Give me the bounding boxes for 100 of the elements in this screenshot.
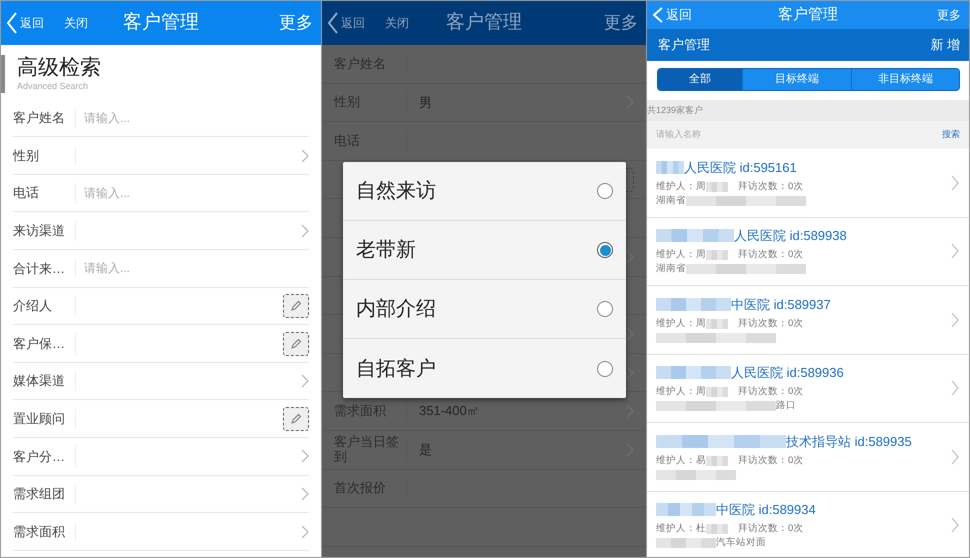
chevron-icon [626, 326, 634, 341]
dialog-option[interactable]: 自然来访 [343, 162, 626, 221]
chevron-icon [951, 312, 959, 328]
back-icon [328, 12, 338, 34]
back-button[interactable]: 返回 [328, 12, 365, 34]
address-text: 路口 [776, 399, 796, 414]
screen-title: 客户管理 [778, 6, 838, 23]
segment-tab[interactable]: 目标终端 [742, 69, 850, 90]
address-text: 湖南省 [656, 194, 686, 208]
close-button[interactable]: 关闭 [64, 14, 88, 32]
chevron-icon [301, 224, 309, 238]
maintainer-text: 维护人：杜 [656, 522, 706, 536]
search-field[interactable]: 请输入名称 [647, 121, 942, 149]
chevron-icon [301, 486, 309, 501]
customer-name: 中医院 id:589937 [731, 296, 831, 314]
back-icon [653, 7, 663, 23]
dialog-option[interactable]: 自拓客户 [343, 339, 626, 398]
segment-tab[interactable]: 全部 [658, 69, 742, 90]
maintainer-text: 维护人：易 [656, 454, 706, 468]
back-button[interactable]: 返回 [7, 12, 44, 34]
customer-name: 技术指导站 id:589935 [786, 432, 912, 450]
field-label: 客户保… [13, 334, 66, 353]
pick-button[interactable] [283, 294, 309, 318]
add-button[interactable]: 新 增 [930, 35, 960, 55]
chevron-icon [951, 448, 959, 465]
segment-tab[interactable]: 非目标终端 [850, 69, 959, 90]
maintainer-text: 维护人：周 [656, 180, 706, 194]
screen-title: 客户管理 [446, 12, 522, 33]
field-label: 需求面积 [13, 522, 66, 541]
field-label: 客户分… [13, 448, 66, 466]
customer-name: 人民医院 id:595161 [684, 158, 797, 176]
visit-count: 拜访次数：0次 [738, 180, 804, 194]
more-button[interactable]: 更多 [937, 6, 961, 24]
pencil-icon [290, 412, 302, 425]
chevron-icon [951, 517, 959, 534]
chevron-icon [301, 449, 309, 464]
input-field[interactable]: 请输入... [84, 184, 309, 202]
chevron-icon [626, 250, 634, 264]
visit-count: 拜访次数：0次 [738, 385, 804, 400]
field-label: 介绍人 [13, 297, 53, 316]
address-text: 湖南省 [656, 262, 686, 276]
pencil-icon [290, 300, 302, 312]
list-item[interactable]: 人民医院 id:589938 维护人：周 拜访次数：0次 湖南省 [647, 218, 969, 286]
field-label: 合计来… [13, 260, 66, 278]
list-item[interactable]: 中医院 id:589937 维护人：周 拜访次数：0次 [647, 286, 969, 354]
more-button[interactable]: 更多 [279, 10, 313, 36]
maintainer-text: 维护人：周 [656, 316, 706, 331]
customer-count: 共1239家客户 [647, 104, 704, 117]
chevron-icon [626, 366, 634, 380]
blurred-text [656, 538, 716, 548]
pick-button[interactable] [283, 332, 309, 356]
field-value: 351-400㎡ [419, 402, 480, 420]
maintainer-text: 维护人：周 [656, 248, 706, 262]
chevron-icon [951, 243, 959, 260]
chevron-icon [301, 524, 309, 539]
field-label: 媒体渠道 [13, 372, 66, 390]
address-text: 汽车站对面 [716, 536, 766, 550]
pick-button[interactable] [283, 406, 309, 431]
field-value: 男 [419, 94, 432, 112]
field-label: 来访渠道 [13, 222, 66, 240]
accent-bar [1, 55, 5, 93]
back-icon [7, 12, 17, 34]
list-item[interactable]: 技术指导站 id:589935 维护人：易 拜访次数：0次 [647, 423, 969, 492]
dialog-option[interactable]: 老带新 [343, 221, 626, 280]
chevron-icon [301, 374, 309, 388]
visit-count: 拜访次数：0次 [738, 454, 804, 468]
customer-name: 中医院 id:589934 [716, 501, 816, 519]
screen-title: 客户管理 [123, 12, 199, 33]
section-heading: 高级检索 [17, 55, 102, 80]
maintainer-text: 维护人：周 [656, 385, 706, 400]
radio-button[interactable] [597, 242, 613, 258]
visit-count: 拜访次数：0次 [738, 316, 804, 331]
section-subheading: Advanced Search [17, 80, 90, 94]
pencil-icon [290, 338, 302, 350]
field-label: 需求组团 [13, 485, 66, 504]
chevron-icon [301, 148, 309, 163]
more-button[interactable]: 更多 [604, 10, 638, 36]
field-value: 是 [419, 440, 432, 459]
list-item[interactable]: 人民医院 id:595161 维护人：周 拜访次数：0次 湖南省 [647, 149, 969, 218]
list-item[interactable]: 中医院 id:589934 维护人：杜 拜访次数：0次 汽车站对面 [647, 492, 969, 557]
input-field[interactable]: 请输入... [84, 259, 309, 278]
visit-count: 拜访次数：0次 [738, 248, 804, 262]
section-title: 客户管理 [658, 36, 710, 54]
dialog-option[interactable]: 内部介绍 [343, 280, 626, 339]
chevron-icon [951, 174, 959, 191]
radio-button[interactable] [597, 301, 613, 317]
visit-count: 拜访次数：0次 [738, 522, 804, 536]
input-field[interactable]: 请输入... [84, 108, 309, 127]
customer-name: 人民医院 id:589936 [731, 364, 844, 382]
field-label: 性别 [13, 146, 40, 165]
back-button[interactable]: 返回 [653, 5, 692, 25]
customer-name: 人民医院 id:589938 [734, 227, 847, 245]
close-button[interactable]: 关闭 [385, 14, 409, 32]
radio-button[interactable] [597, 360, 613, 376]
field-label: 置业顾问 [13, 410, 66, 428]
field-label: 电话 [13, 184, 40, 202]
list-item[interactable]: 人民医院 id:589936 维护人：周 拜访次数：0次 路口 [647, 354, 969, 423]
radio-button[interactable] [597, 183, 613, 199]
search-button[interactable]: 搜索 [942, 121, 969, 149]
chevron-icon [951, 380, 959, 396]
